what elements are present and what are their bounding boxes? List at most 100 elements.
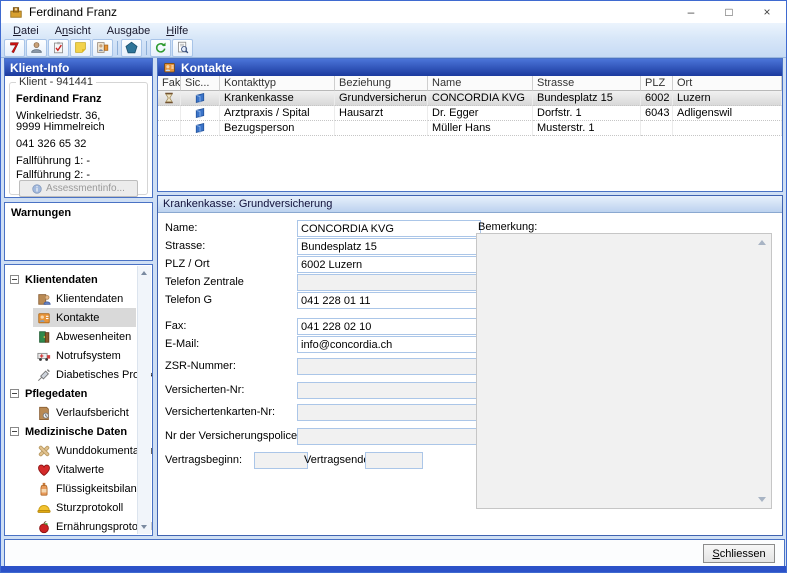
versichertenkarten-nr-field: [297, 404, 481, 421]
toolbar: [1, 38, 786, 58]
detail-header: Krankenkasse: Grundversicherung: [158, 196, 782, 213]
menu-bar: Datei Ansicht Ausgabe Hilfe: [1, 23, 786, 38]
tree-item-klientendaten[interactable]: Klientendaten: [33, 289, 136, 308]
collapse-icon[interactable]: [10, 389, 19, 398]
client-phone: 041 326 65 32: [16, 138, 86, 150]
scroll-up-icon[interactable]: [141, 271, 147, 275]
tree-group-pflegedaten[interactable]: Pflegedaten: [5, 384, 152, 403]
vertragsbeginn-field: [254, 452, 308, 469]
plz-ort-field[interactable]: [297, 256, 481, 273]
tree-scrollbar[interactable]: [137, 266, 151, 534]
contacts-title: Kontakte: [181, 61, 232, 75]
name-field[interactable]: [297, 220, 481, 237]
email-label: E-Mail:: [165, 338, 199, 350]
stop-pentagon-icon[interactable]: [121, 39, 142, 57]
tree-item-fluessigkeitsbilanz[interactable]: Flüssigkeitsbilanz: [33, 479, 136, 498]
name-label: Name:: [165, 222, 197, 234]
collapse-icon[interactable]: [10, 427, 19, 436]
column-header-fak[interactable]: Fak...: [158, 76, 181, 91]
client-icon[interactable]: [26, 39, 47, 57]
tree-item-wunddokumentation[interactable]: Wunddokumentation: [33, 441, 136, 460]
notes-icon[interactable]: [70, 39, 91, 57]
minimize-button[interactable]: –: [672, 1, 710, 23]
email-field[interactable]: [297, 336, 481, 353]
contacts-header-icon: [163, 61, 176, 74]
client-name: Ferdinand Franz: [16, 93, 102, 105]
versicherungspolice-field: [297, 428, 481, 445]
helmet-icon: [35, 501, 52, 515]
plz-ort-label: PLZ / Ort: [165, 258, 210, 270]
telefon-g-field[interactable]: [297, 292, 481, 309]
door-icon: [35, 330, 52, 344]
heart-icon: [35, 463, 52, 477]
contacts-table-header: Fak... Sic... Kontakttyp Beziehung Name …: [158, 76, 782, 91]
menu-hilfe[interactable]: Hilfe: [158, 25, 196, 37]
tree-group-klientendaten[interactable]: Klientendaten: [5, 270, 152, 289]
tree-item-diabetisches-protokoll[interactable]: Diabetisches Protokoll: [33, 365, 136, 384]
client-city: 9999 Himmelreich: [16, 121, 105, 133]
bemerkung-label: Bemerkung:: [478, 221, 537, 233]
tree-item-notrufsystem[interactable]: Notrufsystem: [33, 346, 136, 365]
window-bottom-border: [1, 566, 786, 572]
apple-icon: [35, 520, 52, 534]
menu-datei[interactable]: Datei: [5, 25, 47, 37]
vertragsende-label: Vertragsende:: [304, 454, 373, 466]
menu-ausgabe[interactable]: Ausgabe: [99, 25, 158, 37]
contacts-panel: Kontakte Fak... Sic... Kontakttyp Bezieh…: [157, 58, 783, 192]
tree-item-abwesenheiten[interactable]: Abwesenheiten: [33, 327, 136, 346]
tree-item-verlaufsbericht[interactable]: Verlaufsbericht: [33, 403, 136, 422]
scroll-down-icon[interactable]: [141, 525, 147, 529]
schliessen-button[interactable]: Schliessen: [703, 544, 775, 563]
column-header-kontakttyp[interactable]: Kontakttyp: [220, 76, 335, 91]
strasse-field[interactable]: [297, 238, 481, 255]
client-groupbox: Klient - 941441 Ferdinand Franz Winkelri…: [9, 82, 148, 195]
scroll-up-icon[interactable]: [758, 240, 766, 245]
seven-logo-icon[interactable]: [4, 39, 25, 57]
client-number-label: Klient - 941441: [16, 76, 96, 88]
column-header-ort[interactable]: Ort: [673, 76, 782, 91]
report-book-icon: [35, 406, 52, 420]
column-header-name[interactable]: Name: [428, 76, 533, 91]
column-header-plz[interactable]: PLZ: [641, 76, 673, 91]
versicherten-nr-label: Versicherten-Nr:: [165, 384, 244, 396]
footer-bar: Schliessen: [4, 539, 785, 567]
telefon-zentrale-label: Telefon Zentrale: [165, 276, 244, 288]
title-bar: Ferdinand Franz – □ ×: [1, 1, 786, 23]
assessment-info-button: Assessmentinfo...: [19, 180, 138, 197]
fax-label: Fax:: [165, 320, 186, 332]
tree-item-sturzprotokoll[interactable]: Sturzprotokoll: [33, 498, 136, 517]
tree-item-vitalwerte[interactable]: Vitalwerte: [33, 460, 136, 479]
blue-book-icon: [181, 91, 220, 106]
app-icon: [9, 5, 23, 19]
table-row-bezugsperson[interactable]: Bezugsperson Müller Hans Musterstr. 1: [158, 121, 782, 136]
fax-field[interactable]: [297, 318, 481, 335]
toolbar-separator: [117, 41, 118, 55]
bemerkung-textarea: [476, 233, 772, 509]
print-preview-icon[interactable]: [172, 39, 193, 57]
close-window-button[interactable]: ×: [748, 1, 786, 23]
warnings-panel: Warnungen: [4, 202, 153, 261]
tree-group-medizinische-daten[interactable]: Medizinische Daten: [5, 422, 152, 441]
telefon-zentrale-field: [297, 274, 481, 291]
tree-item-ernaehrungsprotokoll[interactable]: Ernährungsprotokoll: [33, 517, 136, 536]
toolbar-separator: [146, 41, 147, 55]
contacts-header: Kontakte: [158, 59, 782, 76]
tasks-clipboard-icon[interactable]: [48, 39, 69, 57]
menu-ansicht[interactable]: Ansicht: [47, 25, 99, 37]
column-header-strasse[interactable]: Strasse: [533, 76, 641, 91]
table-row-krankenkasse[interactable]: Krankenkasse Grundversicherung CONCORDIA…: [158, 91, 782, 106]
bandage-icon: [35, 444, 52, 458]
collapse-icon[interactable]: [10, 275, 19, 284]
checkout-person-icon[interactable]: [92, 39, 113, 57]
contacts-icon: [35, 311, 52, 325]
refresh-icon[interactable]: [150, 39, 171, 57]
column-header-beziehung[interactable]: Beziehung: [335, 76, 428, 91]
vertragsende-field: [365, 452, 423, 469]
client-info-title: Klient-Info: [10, 61, 69, 75]
scroll-down-icon[interactable]: [758, 497, 766, 502]
column-header-sic[interactable]: Sic...: [181, 76, 220, 91]
tree-item-kontakte[interactable]: Kontakte: [33, 308, 136, 327]
ambulance-icon: [35, 349, 52, 363]
table-row-arztpraxis[interactable]: Arztpraxis / Spital Hausarzt Dr. Egger D…: [158, 106, 782, 121]
maximize-button[interactable]: □: [710, 1, 748, 23]
